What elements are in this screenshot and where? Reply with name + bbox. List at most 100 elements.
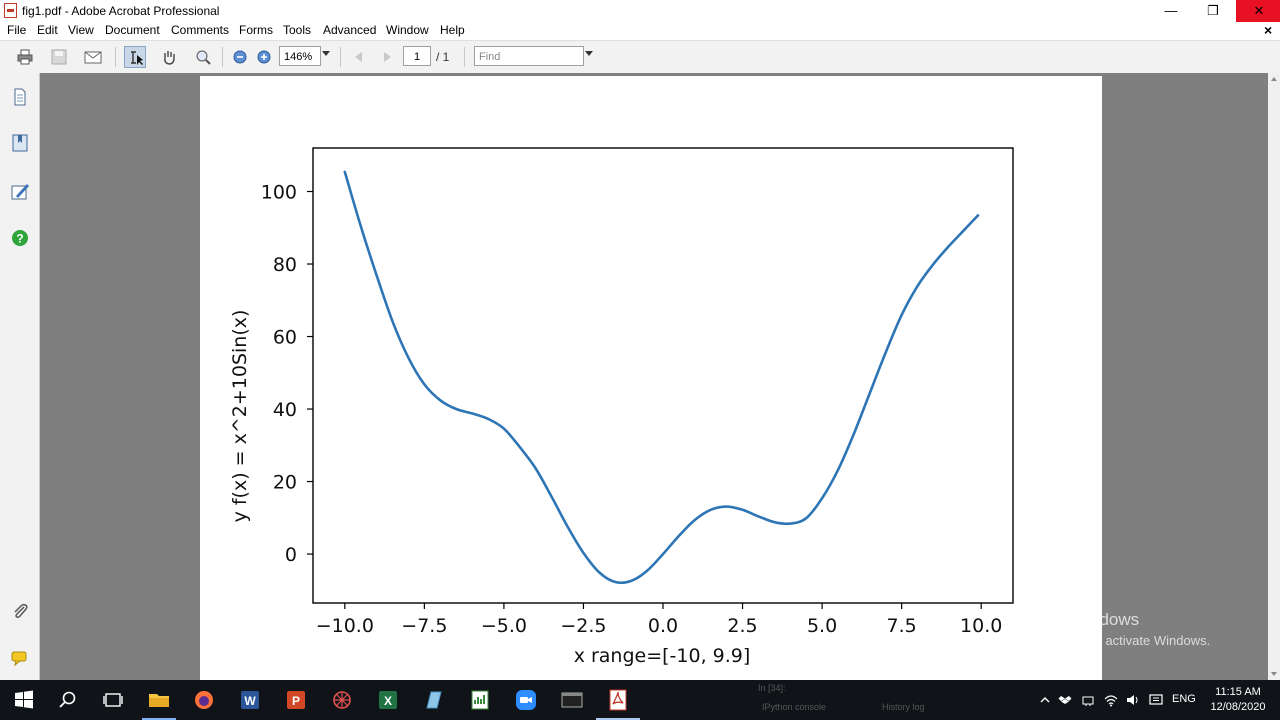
spider-app-icon[interactable] xyxy=(330,688,354,712)
signatures-icon[interactable] xyxy=(10,181,30,201)
language-indicator[interactable]: ENG xyxy=(1172,693,1196,705)
bookmarks-icon[interactable] xyxy=(10,133,30,153)
watermark-title: Activate Windows xyxy=(1005,610,1140,629)
previous-page-icon[interactable] xyxy=(348,46,370,68)
svg-text:X: X xyxy=(384,694,392,708)
chevron-up-icon[interactable] xyxy=(1038,693,1052,707)
zoom-icon[interactable] xyxy=(514,688,538,712)
attachments-icon[interactable] xyxy=(10,601,30,621)
menu-comments[interactable]: Comments xyxy=(171,23,229,37)
powerpoint-icon[interactable]: P xyxy=(284,688,308,712)
wifi-icon[interactable] xyxy=(1104,693,1118,707)
page-number-input[interactable]: 1 xyxy=(403,46,431,66)
title-bar: fig1.pdf - Adobe Acrobat Professional — … xyxy=(0,0,1280,22)
menu-view[interactable]: View xyxy=(68,23,94,37)
pages-icon[interactable] xyxy=(10,87,30,107)
series-line xyxy=(343,170,980,585)
menu-edit[interactable]: Edit xyxy=(37,23,58,37)
restore-button[interactable]: ❐ xyxy=(1190,0,1236,22)
save-icon[interactable] xyxy=(48,46,70,68)
menu-document[interactable]: Document xyxy=(105,23,160,37)
menu-window[interactable]: Window xyxy=(386,23,429,37)
select-text-icon[interactable] xyxy=(124,46,146,68)
acrobat-icon[interactable] xyxy=(606,688,630,712)
toolbar: 146% 1 / 1 Find xyxy=(0,40,1280,73)
notifications-icon[interactable] xyxy=(1149,693,1163,707)
scroll-up-icon[interactable] xyxy=(1271,77,1277,81)
vertical-scrollbar[interactable] xyxy=(1268,73,1280,680)
svg-text:P: P xyxy=(292,694,300,708)
y-tick-label: 100 xyxy=(261,182,297,204)
menu-file[interactable]: File xyxy=(7,23,26,37)
console-prompt: In [34]: xyxy=(758,683,786,693)
y-axis-label: y f(x) = x^2+10Sin(x) xyxy=(229,310,251,523)
x-tick-label: 7.5 xyxy=(887,615,917,637)
spreadsheet-icon[interactable] xyxy=(468,688,492,712)
document-close-button[interactable]: × xyxy=(1264,22,1272,38)
svg-text:W: W xyxy=(244,694,256,708)
y-tick-label: 40 xyxy=(273,399,297,421)
x-tick-label: −10.0 xyxy=(316,615,374,637)
find-dropdown-icon[interactable] xyxy=(585,51,593,56)
menu-forms[interactable]: Forms xyxy=(239,23,273,37)
volume-icon[interactable] xyxy=(1126,693,1140,707)
minimize-button[interactable]: — xyxy=(1148,0,1194,22)
menu-bar: File Edit View Document Comments Forms T… xyxy=(0,22,1280,40)
activation-watermark: Activate Windows Go to Settings to activ… xyxy=(1005,610,1210,648)
start-button[interactable] xyxy=(12,688,36,712)
comments-icon[interactable] xyxy=(10,648,30,668)
hand-icon[interactable] xyxy=(158,46,180,68)
y-tick-label: 20 xyxy=(273,472,297,494)
x-tick-label: 5.0 xyxy=(807,615,837,637)
task-view-icon[interactable] xyxy=(101,688,125,712)
word-icon[interactable]: W xyxy=(238,688,262,712)
pdf-page: −10.0 −7.5 −5.0 −2.5 0.0 2.5 5.0 7.5 10.0 0 20 40 6… xyxy=(200,76,1102,680)
file-explorer-icon[interactable] xyxy=(147,688,171,712)
x-tick-label: 0.0 xyxy=(648,615,678,637)
zoom-in-icon[interactable] xyxy=(253,46,275,68)
console-tab-history: History log xyxy=(882,702,925,712)
find-input[interactable]: Find xyxy=(474,46,584,66)
close-button[interactable]: ✕ xyxy=(1236,0,1280,22)
line-chart: −10.0 −7.5 −5.0 −2.5 0.0 2.5 5.0 7.5 10.0 0 20 40 6… xyxy=(229,147,1014,667)
navigation-panel: ? xyxy=(0,73,40,680)
svg-text:?: ? xyxy=(16,232,23,246)
x-tick-label: −5.0 xyxy=(481,615,527,637)
terminal-icon[interactable] xyxy=(560,688,584,712)
x-tick-label: 2.5 xyxy=(727,615,757,637)
taskbar: W P X In [34]: IPython console History l… xyxy=(0,680,1280,720)
zoom-tool-icon[interactable] xyxy=(192,46,214,68)
console-thumbnail: In [34]: IPython console History log xyxy=(750,680,1040,720)
acrobat-app-icon xyxy=(4,3,17,18)
zoom-dropdown-icon[interactable] xyxy=(322,51,330,56)
next-page-icon[interactable] xyxy=(376,46,398,68)
zoom-out-icon[interactable] xyxy=(229,46,251,68)
scroll-down-icon[interactable] xyxy=(1271,672,1277,676)
x-tick-label: −2.5 xyxy=(560,615,606,637)
y-tick-label: 0 xyxy=(285,544,297,566)
zoom-level-field[interactable]: 146% xyxy=(279,46,321,66)
window-title: fig1.pdf - Adobe Acrobat Professional xyxy=(22,4,220,18)
excel-icon[interactable]: X xyxy=(376,688,400,712)
clock-date: 12/08/2020 xyxy=(1210,701,1266,713)
page-total-label: / 1 xyxy=(436,50,450,64)
menu-advanced[interactable]: Advanced xyxy=(323,23,376,37)
email-icon[interactable] xyxy=(81,46,103,68)
print-icon[interactable] xyxy=(14,46,36,68)
menu-help[interactable]: Help xyxy=(440,23,465,37)
search-icon[interactable] xyxy=(56,688,80,712)
y-tick-label: 80 xyxy=(273,254,297,276)
dropbox-icon[interactable] xyxy=(1058,693,1072,707)
watermark-subtitle: Go to Settings to activate Windows. xyxy=(1005,633,1211,648)
x-tick-label: 10.0 xyxy=(960,615,1002,637)
network-adapter-icon[interactable] xyxy=(1081,693,1095,707)
help-icon[interactable]: ? xyxy=(10,228,30,248)
y-tick-label: 60 xyxy=(273,327,297,349)
x-axis-label: x range=[-10, 9.9] xyxy=(574,645,751,667)
taskbar-clock[interactable]: 11:15 AM 12/08/2020 xyxy=(1206,685,1270,715)
menu-tools[interactable]: Tools xyxy=(283,23,311,37)
x-tick-label: −7.5 xyxy=(401,615,447,637)
firefox-icon[interactable] xyxy=(192,688,216,712)
console-tab-ipython: IPython console xyxy=(762,702,827,712)
notepad-icon[interactable] xyxy=(422,688,446,712)
